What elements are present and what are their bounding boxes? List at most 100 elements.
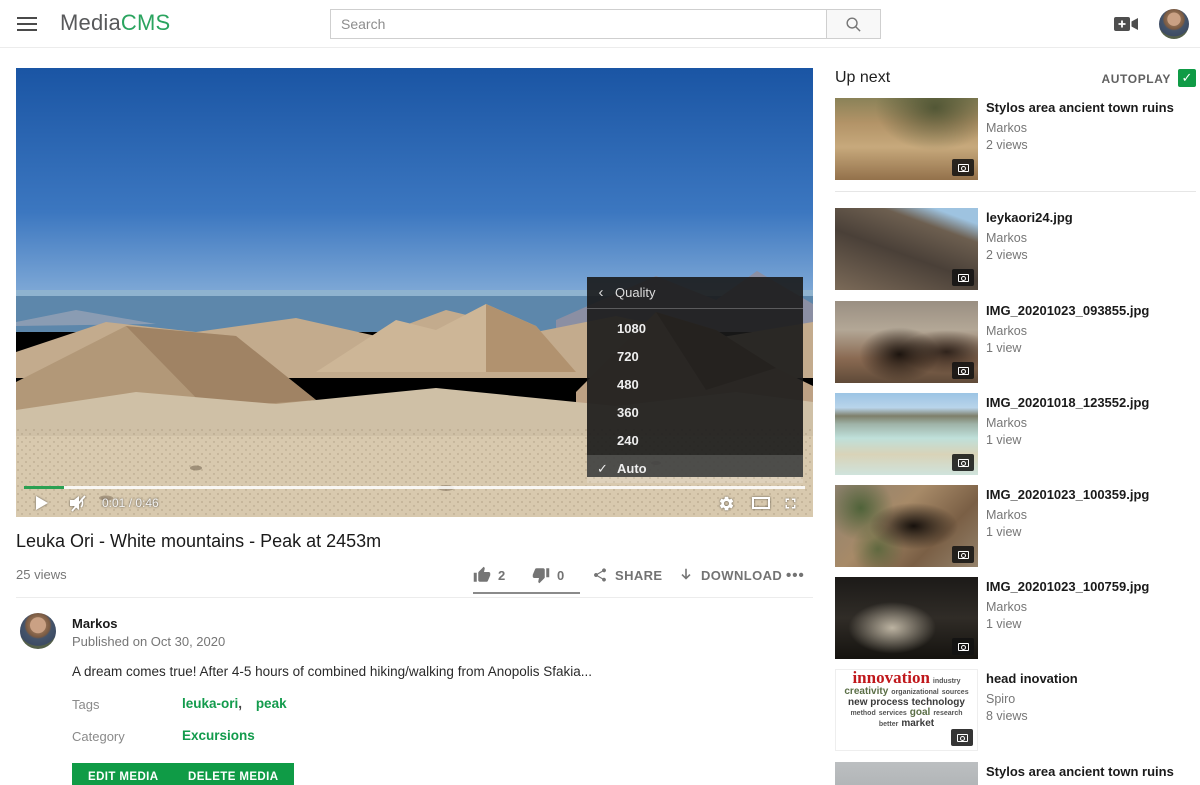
- item-title: Stylos area ancient town ruins: [986, 764, 1194, 780]
- quality-menu-title: Quality: [615, 285, 655, 300]
- user-avatar[interactable]: [1159, 9, 1189, 39]
- list-item[interactable]: IMG_20201018_123552.jpg Markos 1 view: [835, 393, 1196, 475]
- quality-selected-label: Auto: [617, 461, 647, 476]
- list-item[interactable]: innovation industry creativity organizat…: [835, 669, 1196, 751]
- list-item[interactable]: IMG_20201023_100359.jpgMarkos1 view: [835, 485, 1196, 567]
- check-icon: ✓: [597, 455, 608, 483]
- item-views: 8 views: [986, 709, 1194, 723]
- upload-media-button[interactable]: [1114, 16, 1140, 32]
- quality-option-auto[interactable]: ✓ Auto: [587, 455, 803, 483]
- fullscreen-icon: [782, 495, 799, 512]
- list-item[interactable]: IMG_20201023_100759.jpg Markos 1 view: [835, 577, 1196, 659]
- quality-option-1080[interactable]: 1080: [587, 315, 803, 343]
- item-author: Markos: [986, 416, 1194, 430]
- volume-muted-icon: [68, 494, 88, 512]
- item-author: Markos: [986, 508, 1194, 522]
- sidebar-divider: [835, 191, 1196, 192]
- share-label: SHARE: [615, 568, 663, 583]
- video-player[interactable]: ‹ Quality 1080 720 480 360 240 ✓ Auto: [16, 68, 813, 517]
- list-item[interactable]: Stylos area ancient town ruinsMarkos2 vi…: [835, 98, 1196, 180]
- item-author: Markos: [986, 231, 1194, 245]
- tag-link-leuka-ori[interactable]: leuka-ori: [182, 696, 242, 711]
- photo-media-icon: [952, 546, 974, 563]
- list-item[interactable]: leykaori24.jpgMarkos2 views: [835, 208, 1196, 290]
- fullscreen-button[interactable]: [782, 489, 799, 517]
- share-button[interactable]: SHARE: [592, 560, 663, 590]
- more-actions-button[interactable]: •••: [786, 560, 805, 590]
- share-icon: [592, 567, 608, 583]
- item-title: IMG_20201023_093855.jpg: [986, 303, 1194, 319]
- category-link[interactable]: Excursions: [182, 728, 255, 743]
- category-label: Category: [72, 729, 125, 744]
- item-title: Stylos area ancient town ruins: [986, 100, 1194, 116]
- search-icon: [845, 16, 862, 33]
- item-views: 1 view: [986, 341, 1194, 355]
- item-author: Markos: [986, 121, 1194, 135]
- back-chevron-icon: ‹: [587, 284, 615, 301]
- item-title: head inovation: [986, 671, 1194, 687]
- search-bar: [330, 9, 881, 39]
- tag-link-peak[interactable]: peak: [256, 696, 287, 711]
- quality-option-720[interactable]: 720: [587, 343, 803, 371]
- autoplay-label: AUTOPLAY: [1065, 72, 1171, 86]
- item-title: leykaori24.jpg: [986, 210, 1194, 226]
- settings-button[interactable]: [718, 489, 735, 517]
- more-icon: •••: [786, 567, 805, 584]
- tags-label: Tags: [72, 697, 99, 712]
- media-thumbnail: innovation industry creativity organizat…: [835, 669, 978, 751]
- theater-mode-button[interactable]: [752, 489, 770, 517]
- logo-cms: CMS: [121, 10, 171, 35]
- mediacms-page: MediaCMS: [0, 0, 1200, 785]
- media-thumbnail: [835, 762, 978, 785]
- quality-menu: ‹ Quality 1080 720 480 360 240 ✓ Auto: [587, 277, 803, 477]
- media-thumbnail: [835, 301, 978, 383]
- likes-underline: [473, 592, 580, 594]
- logo-media: Media: [60, 10, 121, 35]
- photo-media-icon: [952, 454, 974, 471]
- player-controls: 0:01 / 0:46: [16, 489, 813, 517]
- view-count: 25 views: [16, 567, 67, 582]
- item-views: 1 view: [986, 617, 1194, 631]
- quality-menu-header[interactable]: ‹ Quality: [587, 277, 803, 309]
- quality-option-480[interactable]: 480: [587, 371, 803, 399]
- photo-media-icon: [952, 638, 974, 655]
- play-button[interactable]: [36, 489, 48, 517]
- logo[interactable]: MediaCMS: [60, 10, 170, 36]
- media-title: Leuka Ori - White mountains - Peak at 24…: [16, 531, 381, 552]
- item-title: IMG_20201018_123552.jpg: [986, 395, 1194, 411]
- time-display: 0:01 / 0:46: [102, 489, 159, 517]
- list-item[interactable]: Stylos area ancient town ruins: [835, 762, 1196, 785]
- media-thumbnail: [835, 393, 978, 475]
- download-label: DOWNLOAD: [701, 568, 782, 583]
- photo-media-icon: [951, 729, 973, 746]
- item-author: Markos: [986, 600, 1194, 614]
- search-button[interactable]: [826, 9, 881, 39]
- quality-option-360[interactable]: 360: [587, 399, 803, 427]
- delete-media-button[interactable]: DELETE MEDIA: [172, 763, 294, 785]
- item-views: 1 view: [986, 433, 1194, 447]
- list-item[interactable]: IMG_20201023_093855.jpgMarkos1 view: [835, 301, 1196, 383]
- download-button[interactable]: DOWNLOAD: [678, 560, 782, 590]
- media-description: A dream comes true! After 4-5 hours of c…: [72, 664, 692, 679]
- media-thumbnail: [835, 98, 978, 180]
- quality-option-240[interactable]: 240: [587, 427, 803, 455]
- author-avatar[interactable]: [20, 613, 56, 649]
- item-author: Spiro: [986, 692, 1194, 706]
- item-title: IMG_20201023_100759.jpg: [986, 579, 1194, 595]
- autoplay-checkbox[interactable]: ✓: [1178, 69, 1196, 87]
- media-thumbnail: [835, 485, 978, 567]
- play-icon: [36, 496, 48, 510]
- photo-media-icon: [952, 269, 974, 286]
- mute-button[interactable]: [68, 489, 88, 517]
- search-input[interactable]: [330, 9, 826, 39]
- dislike-count: 0: [557, 568, 565, 583]
- hamburger-menu-icon[interactable]: [17, 14, 39, 34]
- edit-media-button[interactable]: EDIT MEDIA: [72, 763, 174, 785]
- like-button[interactable]: 2: [473, 560, 506, 590]
- media-thumbnail: [835, 577, 978, 659]
- dislike-button[interactable]: 0: [532, 560, 565, 590]
- up-next-title: Up next: [835, 69, 890, 87]
- author-name[interactable]: Markos: [72, 616, 118, 631]
- published-date: Published on Oct 30, 2020: [72, 634, 225, 649]
- like-count: 2: [498, 568, 506, 583]
